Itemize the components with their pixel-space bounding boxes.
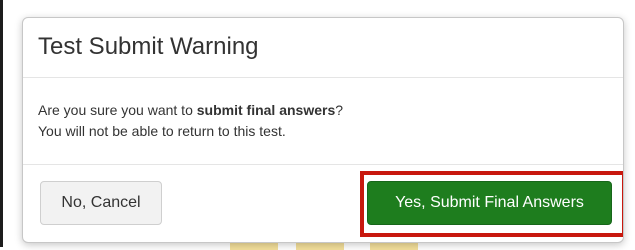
dialog-footer: No, Cancel Yes, Submit Final Answers [23,165,623,242]
dialog-body: Are you sure you want to submit final an… [23,78,623,165]
dialog-header: Test Submit Warning [23,18,623,78]
message-line-2: You will not be able to return to this t… [38,123,286,139]
dialog-title: Test Submit Warning [38,33,259,60]
submit-final-answers-button[interactable]: Yes, Submit Final Answers [367,181,612,225]
window-edge [0,0,3,247]
cancel-button[interactable]: No, Cancel [40,181,162,225]
message-suffix: ? [335,102,344,118]
message-prefix: Are you sure you want to [38,102,197,118]
message-emphasis: submit final answers [196,102,336,118]
message-line-1: Are you sure you want to submit final an… [38,100,343,121]
dialog-message: Are you sure you want to submit final an… [38,100,343,142]
test-submit-warning-dialog: Test Submit Warning Are you sure you wan… [22,17,624,243]
